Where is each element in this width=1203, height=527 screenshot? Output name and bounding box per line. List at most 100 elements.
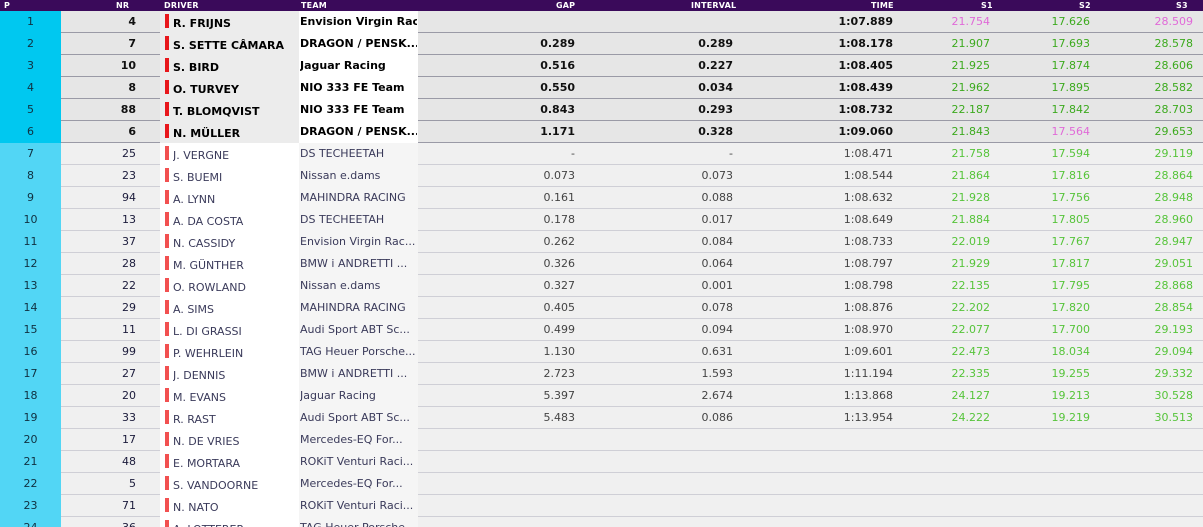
position-cell: 11 <box>0 231 61 253</box>
table-row[interactable]: 11 37 N. CASSIDY Envision Virgin Rac... 0.26… <box>0 231 1203 253</box>
header-driver[interactable]: DRIVER <box>164 0 199 11</box>
table-row[interactable]: 1 4 R. FRIJNS Envision Virgin Rac... 1:07.88… <box>0 11 1203 33</box>
sector2-time: 17.820 <box>1051 301 1091 314</box>
sector2-time: 19.213 <box>1051 389 1091 402</box>
sector2-time: 19.219 <box>1051 411 1091 424</box>
gap-value: - <box>571 147 575 160</box>
interval-value <box>580 451 733 473</box>
driver-name: N. MÜLLER <box>173 127 241 140</box>
lap-time: 1:08.178 <box>838 37 893 50</box>
team-color-bar <box>165 300 169 314</box>
interval-value: 0.078 <box>701 301 734 314</box>
sector1-time: 21.962 <box>951 81 991 94</box>
team-name: Mercedes-EQ For... <box>300 433 403 446</box>
sector1-time <box>900 517 990 527</box>
team-name: Audi Sport ABT Sc... <box>300 323 410 336</box>
gap-value <box>420 473 575 495</box>
gap-value <box>420 517 575 527</box>
header-s2[interactable]: S2 <box>1079 0 1091 11</box>
interval-value: 0.001 <box>701 279 734 292</box>
classification-list: 14R. FRIJNSEnvision Virgin Rac...1:07.88… <box>0 11 1203 527</box>
position-cell: 1 <box>0 11 61 33</box>
table-row[interactable]: 19 33 R. RAST Audi Sport ABT Sc... 5.483 0.08… <box>0 407 1203 429</box>
sector3-time: 28.868 <box>1154 279 1194 292</box>
sector3-time: 30.513 <box>1154 411 1194 424</box>
sector2-time <box>1000 451 1090 473</box>
sector1-time: 21.925 <box>951 59 991 72</box>
driver-name: N. NATO <box>173 501 219 514</box>
lap-time: 1:08.797 <box>843 257 893 270</box>
header-s1[interactable]: S1 <box>981 0 993 11</box>
table-row[interactable]: 17 27 J. DENNIS BMW i ANDRETTI ... 2.723 1.59… <box>0 363 1203 385</box>
position-cell: 7 <box>0 143 61 165</box>
table-row[interactable]: 23 71 N. NATO ROKiT Venturi Raci... <box>0 495 1203 517</box>
sector1-time <box>900 473 990 495</box>
header-time[interactable]: TIME <box>871 0 894 11</box>
table-row[interactable]: 4 8 O. TURVEY NIO 333 FE Team 0.550 0.034 1:08… <box>0 77 1203 99</box>
table-row[interactable]: 18 20 M. EVANS Jaguar Racing 5.397 2.674 1:13.… <box>0 385 1203 407</box>
sector3-time: 28.947 <box>1154 235 1194 248</box>
team-color-bar <box>165 102 169 116</box>
car-number: 94 <box>122 191 136 204</box>
team-name: ROKiT Venturi Raci... <box>300 455 414 468</box>
lap-time: 1:08.544 <box>843 169 893 182</box>
header-position[interactable]: P <box>4 0 10 11</box>
position-cell: 19 <box>0 407 61 429</box>
sector1-time: 21.843 <box>951 125 991 138</box>
team-color-bar <box>165 212 169 226</box>
table-row[interactable]: 14 29 A. SIMS MAHINDRA RACING 0.405 0.078 1:08… <box>0 297 1203 319</box>
table-row[interactable]: 2436 A. LOTTERERTAG Heuer Porsche... <box>0 517 1203 527</box>
car-number: 23 <box>122 169 136 182</box>
position-cell: 4 <box>0 77 61 99</box>
team-name: Nissan e.dams <box>300 169 381 182</box>
sector2-time: 17.805 <box>1051 213 1091 226</box>
position-cell: 16 <box>0 341 61 363</box>
table-row[interactable]: 10 13 A. DA COSTA DS TECHEETAH 0.178 0.017 1:0… <box>0 209 1203 231</box>
position-cell: 3 <box>0 55 61 77</box>
team-name: Envision Virgin Rac... <box>300 235 416 248</box>
team-name: Envision Virgin Rac... <box>300 15 417 28</box>
header-interval[interactable]: INTERVAL <box>691 0 736 11</box>
table-row[interactable]: 9 94 A. LYNN MAHINDRA RACING 0.161 0.088 1:08.… <box>0 187 1203 209</box>
table-row[interactable]: 15 11 L. DI GRASSI Audi Sport ABT Sc... 0.49… <box>0 319 1203 341</box>
table-row[interactable]: 12 28 M. GÜNTHER BMW i ANDRETTI ... 0.326 0.0… <box>0 253 1203 275</box>
interval-value: 0.289 <box>698 37 733 50</box>
car-number: 20 <box>122 389 136 402</box>
table-row[interactable]: 2 7 S. SETTE CÂMARA DRAGON / PENSK... 0.289 0… <box>0 33 1203 55</box>
lap-time <box>740 473 893 495</box>
table-row[interactable]: 5 88 T. BLOMQVIST NIO 333 FE Team 0.843 0.293… <box>0 99 1203 121</box>
sector2-time: 17.626 <box>1051 15 1091 28</box>
driver-name: A. LYNN <box>173 193 216 206</box>
gap-value <box>420 495 575 517</box>
driver-name: R. FRIJNS <box>173 17 231 30</box>
sector3-time: 28.960 <box>1154 213 1194 226</box>
header-s3[interactable]: S3 <box>1176 0 1188 11</box>
gap-value: 0.843 <box>540 103 575 116</box>
team-color-bar <box>165 80 169 94</box>
table-row[interactable]: 6 6 N. MÜLLER DRAGON / PENSK... 1.171 0.328 1:… <box>0 121 1203 143</box>
table-row[interactable]: 3 10 S. BIRD Jaguar Racing 0.516 0.227 1:08.40… <box>0 55 1203 77</box>
team-color-bar <box>165 454 169 468</box>
sector2-time: 17.767 <box>1051 235 1091 248</box>
interval-value: 0.084 <box>701 235 734 248</box>
table-row[interactable]: 16 99 P. WEHRLEIN TAG Heuer Porsche... 1.130… <box>0 341 1203 363</box>
team-color-bar <box>165 410 169 424</box>
table-row[interactable]: 22 5 S. VANDOORNE Mercedes-EQ For... <box>0 473 1203 495</box>
table-row[interactable]: 13 22 O. ROWLAND Nissan e.dams 0.327 0.001 1:0… <box>0 275 1203 297</box>
table-row[interactable]: 21 48 E. MORTARA ROKiT Venturi Raci... <box>0 451 1203 473</box>
interval-value: 0.631 <box>701 345 734 358</box>
sector1-time: 21.884 <box>951 213 991 226</box>
table-row[interactable]: 20 17 N. DE VRIES Mercedes-EQ For... <box>0 429 1203 451</box>
table-row[interactable]: 8 23 S. BUEMI Nissan e.dams 0.073 0.073 1:08.5… <box>0 165 1203 187</box>
header-team[interactable]: TEAM <box>301 0 327 11</box>
position-cell: 2 <box>0 33 61 55</box>
header-gap[interactable]: GAP <box>556 0 575 11</box>
gap-value <box>420 451 575 473</box>
team-name: Jaguar Racing <box>300 59 386 72</box>
header-number[interactable]: NR <box>116 0 129 11</box>
sector3-time <box>1100 495 1193 517</box>
sector1-time: 22.335 <box>951 367 991 380</box>
driver-name: A. LOTTERER <box>173 517 299 527</box>
team-name: DS TECHEETAH <box>300 147 385 160</box>
table-row[interactable]: 7 25 J. VERGNE DS TECHEETAH - - 1:08.471 21.758… <box>0 143 1203 165</box>
